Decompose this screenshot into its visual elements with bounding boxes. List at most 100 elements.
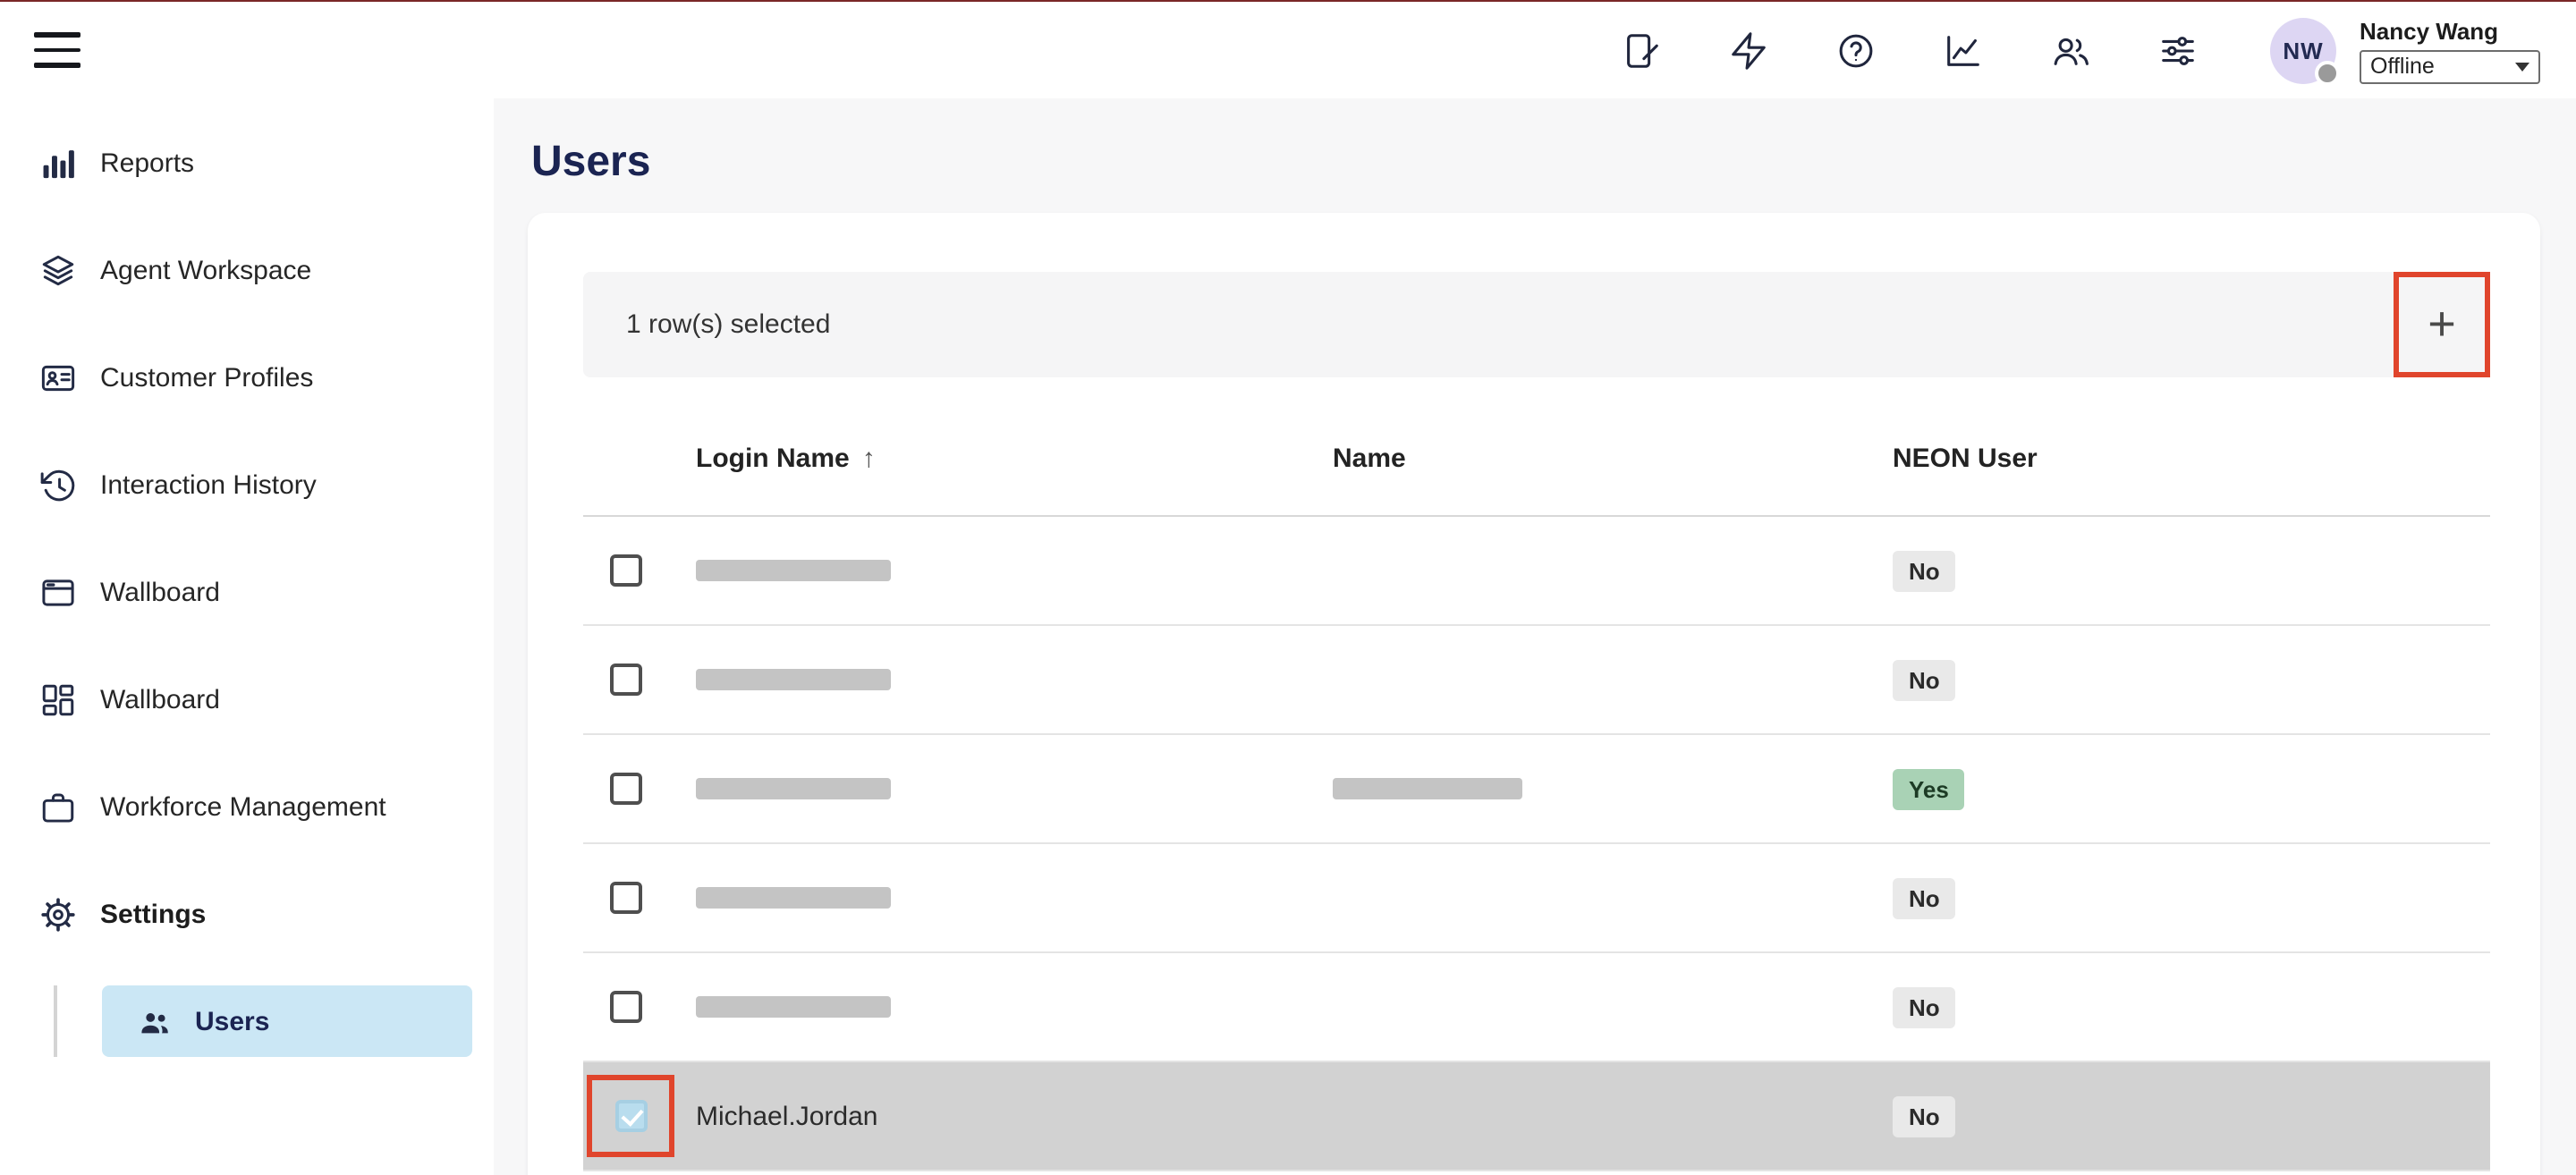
login-cell: Michael.Jordan — [696, 1062, 1333, 1170]
sidebar: Reports Agent Workspace Customer Profiles I… — [0, 98, 494, 1175]
checkbox-cell — [583, 844, 696, 951]
neon-user-badge: No — [1893, 1095, 1956, 1137]
sidebar-item-wallboard[interactable]: Wallboard — [0, 646, 494, 753]
sidebar-item-label: Reports — [100, 148, 194, 178]
table-row[interactable]: Yes — [583, 735, 2490, 844]
neon-cell: No — [1893, 844, 2490, 951]
redacted-login-bar — [696, 887, 891, 909]
sidebar-item-label: Users — [195, 1006, 269, 1036]
login-name-text: Michael.Jordan — [696, 1101, 877, 1131]
redacted-login-bar — [696, 778, 891, 799]
column-header-name[interactable]: Name — [1333, 444, 1893, 474]
name-cell — [1333, 626, 1893, 733]
name-cell — [1333, 844, 1893, 951]
neon-cell: Yes — [1893, 735, 2490, 842]
sidebar-item-label: Agent Workspace — [100, 255, 311, 285]
checkbox-cell — [583, 517, 696, 624]
login-cell — [696, 735, 1333, 842]
row-checkbox[interactable] — [610, 991, 642, 1023]
table-row[interactable]: No — [583, 626, 2490, 735]
chevron-down-icon — [2515, 62, 2529, 71]
table-body: NoNoYesNoNoMichael.JordanNo — [583, 517, 2490, 1171]
contacts-icon[interactable] — [2038, 18, 2102, 82]
sidebar-item-label: Customer Profiles — [100, 362, 313, 393]
sidebar-item-users[interactable]: Users — [102, 985, 472, 1057]
neon-cell: No — [1893, 626, 2490, 733]
login-cell — [696, 953, 1333, 1061]
history-icon — [39, 466, 77, 503]
sidebar-item-label: Wallboard — [100, 577, 220, 607]
gear-icon — [39, 895, 77, 933]
bar-chart-icon — [39, 144, 77, 182]
redacted-login-bar — [696, 560, 891, 581]
briefcase-icon — [39, 788, 77, 825]
column-header-neon-user[interactable]: NEON User — [1893, 444, 2490, 474]
status-value: Offline — [2370, 54, 2435, 79]
topbar: NW Nancy Wang Offline — [0, 2, 2576, 98]
sort-asc-icon: ↑ — [862, 444, 876, 474]
analytics-icon[interactable] — [1930, 18, 1995, 82]
avatar[interactable]: NW — [2270, 17, 2336, 83]
row-checkbox[interactable] — [610, 773, 642, 805]
redacted-name-bar — [1333, 778, 1522, 799]
sidebar-item-workforce-management[interactable]: Workforce Management — [0, 753, 494, 860]
sidebar-item-settings[interactable]: Settings — [0, 860, 494, 968]
name-cell — [1333, 953, 1893, 1061]
users-icon — [136, 1002, 174, 1040]
sidebar-item-label: Wallboard — [100, 684, 220, 714]
table-row[interactable]: No — [583, 844, 2490, 953]
add-user-button[interactable]: + — [2394, 272, 2490, 377]
checkbox-cell — [583, 953, 696, 1061]
neon-cell: No — [1893, 953, 2490, 1061]
checkbox-cell — [583, 735, 696, 842]
status-dropdown[interactable]: Offline — [2360, 49, 2540, 83]
name-cell — [1333, 735, 1893, 842]
neon-user-badge: No — [1893, 877, 1956, 918]
menu-button[interactable] — [34, 32, 80, 68]
offline-status-dot — [2315, 60, 2340, 85]
sidebar-item-reports[interactable]: Reports — [0, 109, 494, 216]
neon-cell: No — [1893, 1062, 2490, 1170]
page-title: Users — [531, 136, 2540, 190]
id-card-icon — [39, 359, 77, 396]
table-row[interactable]: No — [583, 517, 2490, 626]
sidebar-item-agent-workspace[interactable]: Agent Workspace — [0, 216, 494, 324]
table-row[interactable]: Michael.Jordan No — [583, 1062, 2490, 1171]
topbar-actions: NW Nancy Wang Offline — [1565, 17, 2540, 83]
login-cell — [696, 626, 1333, 733]
login-cell — [696, 517, 1333, 624]
row-checkbox[interactable] — [610, 554, 642, 587]
main-content: Users 1 row(s) selected + Login Name ↑ N… — [494, 98, 2576, 1175]
neon-user-badge: No — [1893, 986, 1956, 1027]
sidebar-item-interaction-history[interactable]: Interaction History — [0, 431, 494, 538]
grid-icon — [39, 680, 77, 718]
column-header-login-name[interactable]: Login Name ↑ — [696, 444, 1333, 474]
table-row[interactable]: No — [583, 953, 2490, 1062]
sidebar-item-label: Workforce Management — [100, 791, 386, 822]
users-table: Login Name ↑ Name NEON User NoNoYesNoNoM… — [583, 377, 2490, 1171]
checkbox-cell — [583, 1062, 696, 1170]
help-icon[interactable] — [1823, 18, 1887, 82]
neon-cell: No — [1893, 517, 2490, 624]
sidebar-item-wallboard[interactable]: Wallboard — [0, 538, 494, 646]
sidebar-item-customer-profiles[interactable]: Customer Profiles — [0, 324, 494, 431]
users-card: 1 row(s) selected + Login Name ↑ Name — [528, 213, 2540, 1175]
annotation-highlight-box — [587, 1075, 674, 1157]
window-icon — [39, 573, 77, 611]
topbar-user-name: Nancy Wang — [2360, 17, 2498, 44]
notes-icon[interactable] — [1608, 18, 1673, 82]
row-checkbox[interactable] — [614, 1100, 647, 1132]
redacted-login-bar — [696, 669, 891, 690]
sidebar-item-label: Settings — [100, 899, 206, 929]
table-header-row: Login Name ↑ Name NEON User — [583, 377, 2490, 517]
quick-actions-icon[interactable] — [1716, 18, 1780, 82]
name-cell — [1333, 517, 1893, 624]
row-checkbox[interactable] — [610, 664, 642, 696]
row-checkbox[interactable] — [610, 882, 642, 914]
layers-icon — [39, 251, 77, 289]
sidebar-items: Reports Agent Workspace Customer Profiles I… — [0, 109, 494, 968]
sidebar-item-label: Interaction History — [100, 469, 317, 500]
preferences-icon[interactable] — [2145, 18, 2209, 82]
user-block: Nancy Wang Offline — [2360, 17, 2540, 83]
table-toolbar: 1 row(s) selected + — [583, 272, 2490, 377]
